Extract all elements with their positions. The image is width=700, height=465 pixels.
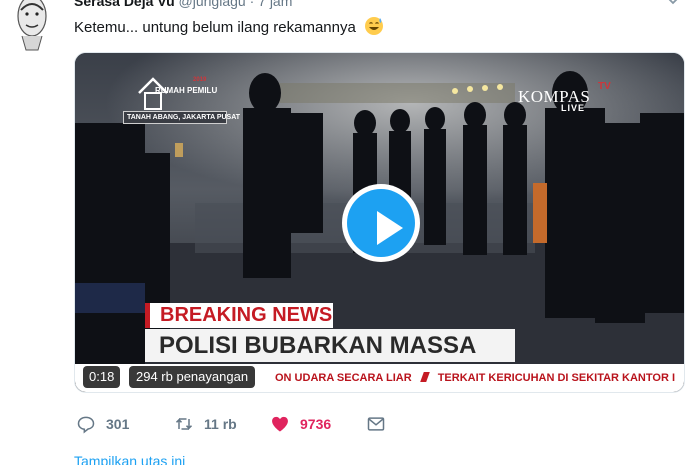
- location-label: TANAH ABANG, JAKARTA PUSAT: [123, 111, 240, 124]
- author-name[interactable]: Serasa Deja Vu: [74, 0, 175, 9]
- ticker-text-1: ON UDARA SECARA LIAR: [275, 372, 412, 384]
- tweet-time[interactable]: 7 jam: [258, 0, 292, 9]
- retweet-button[interactable]: 11 rb: [174, 410, 237, 438]
- avatar[interactable]: [14, 0, 50, 52]
- program-year: 2019: [193, 77, 207, 83]
- header-separator: ·: [249, 0, 255, 9]
- breaking-news-label: BREAKING NEWS: [145, 303, 333, 328]
- video-duration: 0:18: [83, 366, 121, 388]
- ticker-track: ON UDARA SECARA LIAR TERKAIT KERICUHAN DI…: [275, 364, 675, 392]
- video-views: 294 rb penayangan: [129, 366, 256, 388]
- tweet-actions: 301 11 rb 9736: [74, 410, 634, 438]
- program-logo-text: RUMAH PEMILU: [155, 86, 218, 95]
- tweet-header: Serasa Deja Vu @jurigiagu · 7 jam: [74, 0, 292, 9]
- video-player[interactable]: RUMAH PEMILU 2019 TANAH ABANG, JAKARTA P…: [74, 52, 685, 393]
- retweet-count: 11 rb: [204, 416, 237, 432]
- ticker-text-2: TERKAIT KERICUHAN DI SEKITAR KANTOR I: [437, 372, 676, 384]
- show-thread-link[interactable]: Tampilkan utas ini: [74, 453, 185, 465]
- like-button[interactable]: 9736: [270, 410, 331, 438]
- like-count: 9736: [300, 416, 332, 432]
- direct-message-button[interactable]: [366, 410, 386, 438]
- reply-button[interactable]: 301: [76, 410, 129, 438]
- play-button-ring: [347, 189, 415, 257]
- live-label: LIVE: [561, 103, 586, 113]
- play-button[interactable]: [342, 184, 420, 262]
- tweet-text-content: Ketemu... untung belum ilang rekamannya: [74, 19, 356, 36]
- grinning-sweat-emoji-icon: [365, 17, 384, 35]
- retweet-icon: [175, 418, 193, 430]
- envelope-icon: [367, 417, 385, 431]
- channel-logo-suffix: TV: [598, 81, 611, 92]
- tweet-text: Ketemu... untung belum ilang rekamannya: [74, 16, 384, 36]
- play-icon: [377, 211, 403, 245]
- news-headline: POLISI BUBARKAN MASSA: [145, 329, 515, 362]
- author-handle[interactable]: @jurigiagu: [179, 0, 246, 9]
- ticker-separator: [419, 372, 430, 382]
- reply-icon: [77, 416, 95, 434]
- heart-icon: [272, 416, 288, 432]
- chevron-down-icon[interactable]: [666, 0, 680, 6]
- reply-count: 301: [106, 416, 130, 432]
